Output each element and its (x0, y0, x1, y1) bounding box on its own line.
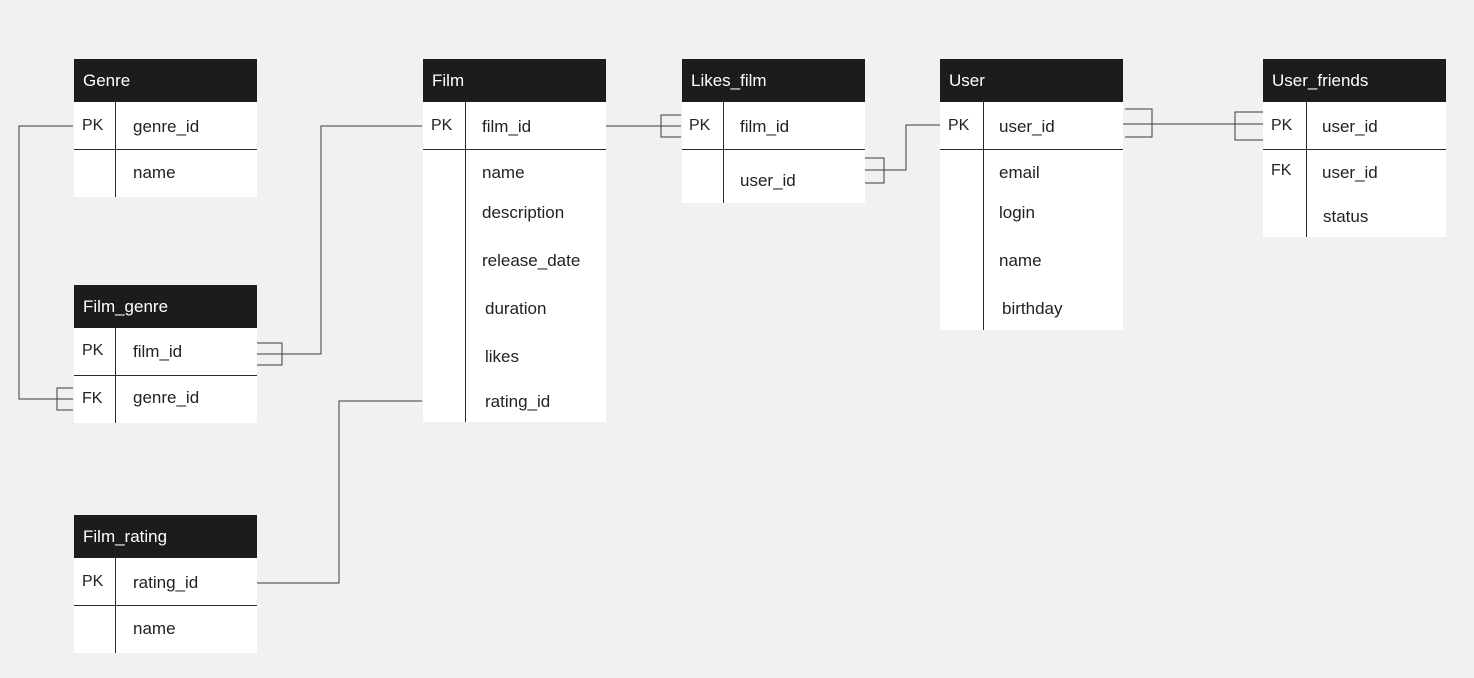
field-film-id: film_id (482, 117, 532, 136)
field-film-id: film_id (133, 342, 183, 361)
pk-label: PK (82, 342, 104, 359)
field-name: name (482, 163, 525, 182)
pk-label: PK (431, 117, 453, 134)
field-user-id: user_id (999, 117, 1055, 136)
column-divider (723, 102, 724, 203)
entity-title: Genre (74, 59, 257, 102)
field-film-id: film_id (740, 117, 790, 136)
entity-title: User_friends (1263, 59, 1446, 102)
field-rating-id: rating_id (485, 392, 551, 411)
crowfoot-likes-user-id (864, 157, 885, 184)
field-user-id: user_id (1322, 117, 1378, 136)
field-description: description (482, 203, 565, 222)
entity-title: Film_rating (74, 515, 257, 558)
entity-title: Film_genre (74, 285, 257, 328)
crowfoot-user-side (1125, 108, 1153, 138)
entity-user-friends[interactable]: User_friends PK user_id FK user_id statu… (1263, 59, 1446, 237)
crowfoot-film-genre-film-id (257, 342, 283, 366)
row-divider (940, 149, 1123, 150)
row-divider (1263, 149, 1446, 150)
pk-label: PK (1271, 117, 1293, 134)
field-user-id-fk: user_id (1322, 163, 1378, 182)
field-name: name (133, 619, 176, 638)
crowfoot-film-genre-genre-id (56, 387, 73, 411)
pk-label: PK (82, 573, 104, 590)
pk-label: PK (689, 117, 711, 134)
field-likes: likes (485, 347, 520, 366)
field-rating-id: rating_id (133, 573, 199, 592)
row-divider (74, 375, 257, 376)
entity-title: User (940, 59, 1123, 102)
entity-film-genre[interactable]: Film_genre PK film_id FK genre_id (74, 285, 257, 423)
field-status: status (1323, 207, 1369, 226)
connector-user-likes (864, 124, 940, 171)
crowfoot-likes-film-id (660, 114, 681, 138)
field-user-id: user_id (740, 171, 796, 190)
crowfoot-friends-side (1234, 111, 1263, 141)
field-birthday: birthday (1002, 299, 1063, 318)
field-login: login (999, 203, 1035, 222)
column-divider (983, 102, 984, 330)
field-name: name (133, 163, 176, 182)
pk-label: PK (82, 117, 104, 134)
row-divider (423, 149, 606, 150)
connector-rating-film (257, 400, 422, 584)
connector-film-film-genre (257, 125, 422, 355)
column-divider (465, 102, 466, 422)
entity-title: Film (423, 59, 606, 102)
connector-genre-film-genre (18, 125, 73, 400)
field-duration: duration (485, 299, 547, 318)
field-name: name (999, 251, 1042, 270)
entity-genre[interactable]: Genre PK genre_id name (74, 59, 257, 197)
field-release-date: release_date (482, 251, 581, 270)
entity-user[interactable]: User PK user_id email login name birthda… (940, 59, 1123, 330)
field-genre-id: genre_id (133, 388, 200, 407)
entity-film[interactable]: Film PK film_id name description release… (423, 59, 606, 422)
entity-title: Likes_film (682, 59, 865, 102)
entity-likes-film[interactable]: Likes_film PK film_id user_id (682, 59, 865, 203)
field-genre-id: genre_id (133, 117, 200, 136)
entity-film-rating[interactable]: Film_rating PK rating_id name (74, 515, 257, 653)
field-email: email (999, 163, 1040, 182)
row-divider (682, 149, 865, 150)
fk-label: FK (82, 390, 103, 407)
row-divider (74, 149, 257, 150)
column-divider (1306, 102, 1307, 237)
row-divider (74, 605, 257, 606)
pk-label: PK (948, 117, 970, 134)
fk-label: FK (1271, 162, 1292, 179)
